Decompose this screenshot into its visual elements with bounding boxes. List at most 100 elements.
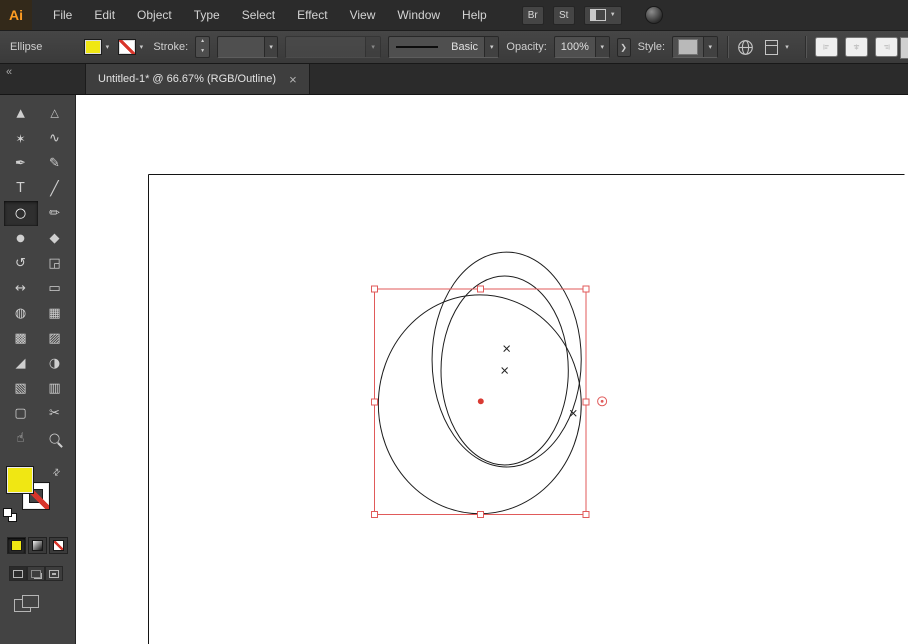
document-tab[interactable]: Untitled-1* @ 66.67% (RGB/Outline) × — [85, 64, 310, 94]
direct-selection-icon: ▷ — [48, 109, 61, 118]
type-icon: T — [16, 181, 25, 196]
align-horizontal-center-button[interactable] — [844, 37, 868, 57]
stepper-up-icon[interactable]: ▲ — [196, 37, 209, 47]
workspace-switcher[interactable]: ▼ — [583, 5, 622, 25]
selection-handle[interactable] — [476, 511, 484, 519]
eyedropper-tool[interactable]: ◢ — [4, 351, 38, 376]
magic-wand-tool[interactable]: ✶ — [4, 126, 38, 151]
canvas-area[interactable] — [76, 95, 908, 644]
draw-behind-button[interactable] — [27, 566, 45, 581]
menu-window[interactable]: Window — [386, 0, 451, 30]
slice-tool[interactable]: ✂ — [38, 401, 72, 426]
style-combo[interactable]: ▾ — [672, 36, 719, 58]
column-graph-tool[interactable]: ▥ — [38, 376, 72, 401]
fill-box[interactable] — [7, 467, 33, 493]
ellipse-tool[interactable]: ○ — [3, 201, 38, 226]
pen-tool[interactable]: ✒ — [4, 151, 38, 176]
selection-handle[interactable] — [582, 285, 590, 293]
menu-select[interactable]: Select — [231, 0, 286, 30]
menu-help[interactable]: Help — [451, 0, 498, 30]
selection-handle[interactable] — [476, 285, 484, 293]
selection-handle[interactable] — [582, 511, 590, 519]
ellipse-outline-1[interactable] — [377, 294, 582, 515]
artboard-tool[interactable]: ▢ — [4, 401, 38, 426]
color-mode-button[interactable] — [7, 537, 26, 554]
blend-tool[interactable]: ◑ — [38, 351, 72, 376]
selection-handle[interactable] — [370, 285, 378, 293]
draw-inside-button[interactable] — [45, 566, 63, 581]
caret-down-icon[interactable]: ▾ — [594, 37, 609, 57]
selection-handle[interactable] — [370, 511, 378, 519]
brush-definition-combo[interactable]: Basic ▾ — [388, 36, 500, 58]
blob-brush-tool[interactable]: ● — [4, 226, 38, 251]
gradient-mode-button[interactable] — [28, 537, 47, 554]
stroke-color-control[interactable]: ▾ — [119, 40, 146, 54]
rotate-tool[interactable]: ↺ — [4, 251, 38, 276]
align-horizontal-left-button[interactable] — [814, 37, 838, 57]
none-mode-button[interactable] — [49, 537, 68, 554]
menu-edit[interactable]: Edit — [83, 0, 126, 30]
gradient-tool[interactable]: ▨ — [38, 326, 72, 351]
options-chevron-button[interactable]: ❯ — [616, 37, 631, 57]
fill-color-control[interactable]: ▾ — [85, 40, 112, 54]
eraser-tool[interactable]: ◆ — [38, 226, 72, 251]
color-mode-icon — [12, 541, 21, 550]
caret-down-icon[interactable]: ▾ — [702, 37, 718, 57]
caret-down-icon[interactable]: ▾ — [136, 43, 146, 51]
swap-fill-stroke-icon[interactable]: ⇄ — [50, 466, 63, 479]
artwork-svg — [148, 174, 905, 644]
menu-object[interactable]: Object — [126, 0, 183, 30]
tab-bar: « Untitled-1* @ 66.67% (RGB/Outline) × — [0, 64, 908, 95]
cs-live-icon[interactable] — [644, 6, 663, 24]
panel-dock-edge[interactable] — [900, 37, 908, 59]
globe-icon[interactable] — [737, 39, 754, 56]
type-tool[interactable]: T — [4, 176, 38, 201]
perspective-grid-tool[interactable]: ▦ — [38, 301, 72, 326]
hand-tool[interactable]: ☝ — [4, 426, 38, 451]
stepper-down-icon[interactable]: ▼ — [196, 47, 209, 57]
opacity-combo[interactable]: 100% ▾ — [553, 36, 610, 58]
bridge-button[interactable]: Br — [521, 5, 544, 25]
symbol-sprayer-tool[interactable]: ▧ — [4, 376, 38, 401]
menu-type[interactable]: Type — [183, 0, 231, 30]
draw-behind-icon — [31, 569, 41, 578]
shape-builder-tool[interactable]: ◍ — [4, 301, 38, 326]
width-tool[interactable]: ↔ — [4, 276, 38, 301]
selection-handle[interactable] — [582, 398, 590, 406]
opacity-label[interactable]: Opacity: — [506, 41, 546, 53]
stroke-swatch[interactable] — [119, 40, 136, 54]
align-horizontal-right-button[interactable] — [874, 37, 898, 57]
zoom-tool[interactable]: ○ — [38, 426, 72, 451]
lasso-tool[interactable]: ∿ — [38, 126, 72, 151]
selection-handle[interactable] — [370, 398, 378, 406]
default-fill-stroke-icon[interactable] — [4, 509, 18, 523]
fill-swatch[interactable] — [85, 40, 102, 54]
caret-down-icon[interactable]: ▾ — [484, 37, 499, 57]
mesh-tool[interactable]: ▩ — [4, 326, 38, 351]
pencil-tool[interactable]: ✏ — [38, 201, 72, 226]
column-graph-icon: ▥ — [48, 381, 61, 396]
toolbar-collapse-button[interactable]: « — [6, 66, 12, 78]
tool-grid: ▶ ▷ ✶ ∿ ✒ ✎ T ╱ ○ ✏ ● ◆ ↺ ◲ ↔ ▭ ◍ ▦ ▩ ▨ ◢ ◑ ▧ ▥ ▢ ✂ ☝ ○ — [0, 101, 75, 451]
stock-button[interactable]: St — [552, 5, 575, 25]
blend-icon: ◑ — [48, 356, 61, 371]
caret-down-icon[interactable]: ▾ — [102, 43, 112, 51]
stroke-label[interactable]: Stroke: — [153, 41, 188, 53]
free-transform-tool[interactable]: ▭ — [38, 276, 72, 301]
draw-normal-button[interactable] — [9, 566, 27, 581]
scale-tool[interactable]: ◲ — [38, 251, 72, 276]
caret-down-icon[interactable]: ▾ — [263, 37, 278, 57]
stroke-weight-combo[interactable]: ▾ — [216, 36, 279, 58]
paintbrush-tool[interactable]: ✎ — [38, 151, 72, 176]
screen-mode-button[interactable] — [14, 595, 40, 612]
document-setup-button[interactable]: ▾ — [761, 37, 796, 57]
stroke-weight-stepper[interactable]: ▲ ▼ — [195, 36, 210, 58]
selection-tool[interactable]: ▶ — [4, 101, 38, 126]
menu-effect[interactable]: Effect — [286, 0, 338, 30]
ellipse-outline-2[interactable] — [431, 251, 582, 468]
menu-view[interactable]: View — [339, 0, 387, 30]
line-segment-tool[interactable]: ╱ — [38, 176, 72, 201]
direct-selection-tool[interactable]: ▷ — [38, 101, 72, 126]
menu-file[interactable]: File — [42, 0, 83, 30]
tab-close-icon[interactable]: × — [289, 73, 297, 86]
